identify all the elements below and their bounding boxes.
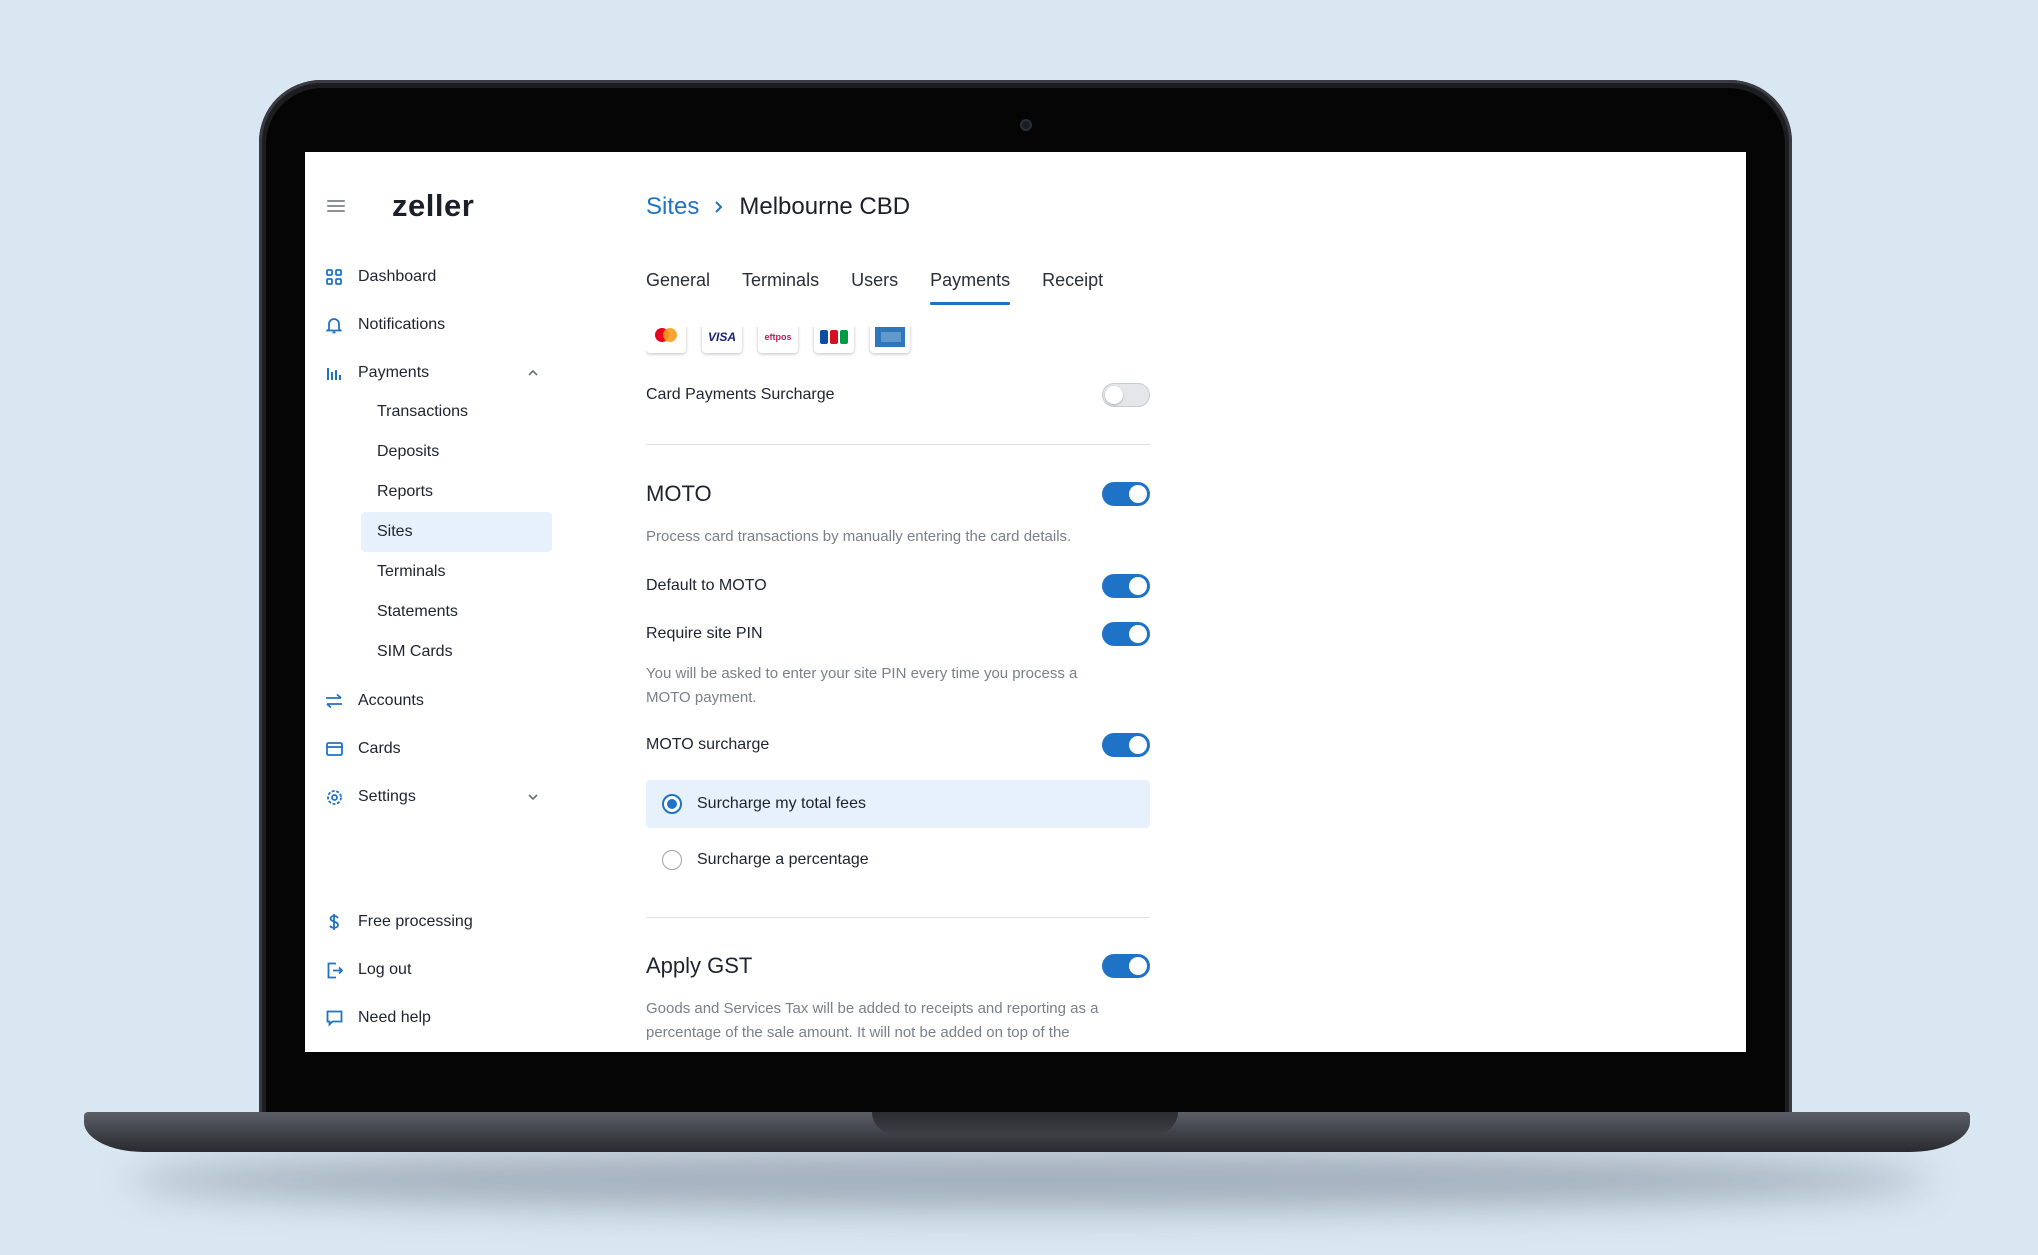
tab-payments[interactable]: Payments (930, 270, 1011, 305)
sidebar-item-label: Notifications (358, 316, 446, 333)
sidebar-item-notifications[interactable]: Notifications (325, 308, 550, 342)
laptop-notch (872, 1112, 1178, 1134)
amex-logo-icon (870, 327, 910, 353)
sidebar-item-label: Payments (358, 364, 430, 381)
default-moto-toggle[interactable] (1102, 574, 1150, 598)
radio-button[interactable] (662, 850, 682, 870)
sidebar-item-label: Settings (358, 788, 416, 805)
sidebar-item-label: Need help (358, 1009, 431, 1026)
moto-surcharge-label: MOTO surcharge (646, 736, 770, 753)
surcharge-option-label: Surcharge my total fees (697, 795, 866, 812)
surcharge-total-fees-option[interactable]: Surcharge my total fees (646, 780, 1150, 828)
chevron-right-icon (713, 193, 725, 221)
card-surcharge-row: Card Payments Surcharge (646, 382, 1150, 408)
surcharge-option-label: Surcharge a percentage (697, 851, 869, 868)
mastercard-logo-icon (646, 327, 686, 353)
app-screen: zeller Dashboard Notifications Payments … (305, 152, 1746, 1052)
sidebar-item-label: Accounts (358, 692, 424, 709)
visa-logo-icon: VISA (702, 327, 742, 353)
bar-chart-icon (325, 364, 343, 382)
laptop-shadow (130, 1150, 1930, 1210)
sidebar-item-cards[interactable]: Cards (325, 732, 550, 766)
camera-icon (1020, 119, 1032, 131)
radio-button-selected[interactable] (662, 794, 682, 814)
sidebar-item-free-processing[interactable]: Free processing (325, 905, 550, 939)
dollar-icon (325, 913, 343, 931)
sidebar-item-dashboard[interactable]: Dashboard (325, 260, 550, 294)
sidebar-sub-transactions[interactable]: Transactions (361, 392, 552, 432)
breadcrumb-sites-link[interactable]: Sites (646, 193, 699, 221)
card-surcharge-label: Card Payments Surcharge (646, 386, 835, 403)
require-pin-description: You will be asked to enter your site PIN… (646, 665, 1078, 706)
sidebar-item-need-help[interactable]: Need help (325, 1001, 550, 1035)
sidebar-item-payments[interactable]: Payments (325, 356, 550, 390)
breadcrumb: Sites Melbourne CBD (646, 193, 910, 221)
sidebar-sub-deposits[interactable]: Deposits (361, 432, 552, 472)
gst-heading: Apply GST (646, 953, 753, 978)
default-moto-row: Default to MOTO (646, 573, 1150, 599)
default-moto-label: Default to MOTO (646, 577, 767, 594)
chevron-up-icon[interactable] (526, 366, 540, 385)
tab-receipt[interactable]: Receipt (1042, 270, 1103, 305)
page-title: Melbourne CBD (739, 193, 911, 220)
card-surcharge-toggle[interactable] (1102, 383, 1150, 407)
moto-toggle[interactable] (1102, 482, 1150, 506)
sidebar-sub-terminals[interactable]: Terminals (361, 552, 552, 592)
require-pin-label: Require site PIN (646, 625, 763, 642)
require-pin-toggle[interactable] (1102, 622, 1150, 646)
card-logos: VISA eftpos (646, 327, 946, 365)
moto-description: Process card transactions by manually en… (646, 528, 1072, 545)
sidebar-item-accounts[interactable]: Accounts (325, 684, 550, 718)
moto-heading: MOTO (646, 481, 712, 506)
logout-icon (325, 961, 343, 979)
chat-icon (325, 1009, 343, 1027)
tab-terminals[interactable]: Terminals (742, 270, 819, 305)
moto-surcharge-row: MOTO surcharge (646, 732, 1150, 758)
site-tabs: General Terminals Users Payments Receipt (646, 270, 1135, 305)
section-divider (646, 917, 1150, 918)
chevron-down-icon[interactable] (526, 790, 540, 809)
gst-header-row: Apply GST (646, 951, 1150, 981)
gear-icon (325, 788, 343, 806)
require-pin-row: Require site PIN (646, 621, 1150, 647)
transfer-arrows-icon (325, 692, 343, 710)
sidebar-sub-sites[interactable]: Sites (361, 512, 552, 552)
sidebar-item-label: Dashboard (358, 268, 437, 285)
sidebar-sub-sim-cards[interactable]: SIM Cards (361, 632, 552, 672)
gst-toggle[interactable] (1102, 954, 1150, 978)
sidebar-item-settings[interactable]: Settings (325, 780, 550, 814)
moto-surcharge-toggle[interactable] (1102, 733, 1150, 757)
moto-header-row: MOTO (646, 479, 1150, 509)
sidebar-item-label: Log out (358, 961, 412, 978)
hamburger-menu-icon[interactable] (327, 200, 345, 214)
sidebar-sub-reports[interactable]: Reports (361, 472, 552, 512)
sidebar-item-log-out[interactable]: Log out (325, 953, 550, 987)
jcb-logo-icon (814, 327, 854, 353)
tab-users[interactable]: Users (851, 270, 898, 305)
surcharge-percentage-option[interactable]: Surcharge a percentage (646, 836, 1150, 884)
eftpos-logo-icon: eftpos (758, 327, 798, 353)
section-divider (646, 444, 1150, 445)
grid-icon (325, 268, 343, 286)
bell-icon (325, 316, 343, 334)
sidebar-sub-statements[interactable]: Statements (361, 592, 552, 632)
zeller-logo: zeller (392, 188, 475, 223)
card-icon (325, 740, 343, 758)
tab-general[interactable]: General (646, 270, 710, 305)
sidebar-item-label: Free processing (358, 913, 473, 930)
gst-description: Goods and Services Tax will be added to … (646, 1000, 1099, 1041)
sidebar-item-label: Cards (358, 740, 401, 757)
